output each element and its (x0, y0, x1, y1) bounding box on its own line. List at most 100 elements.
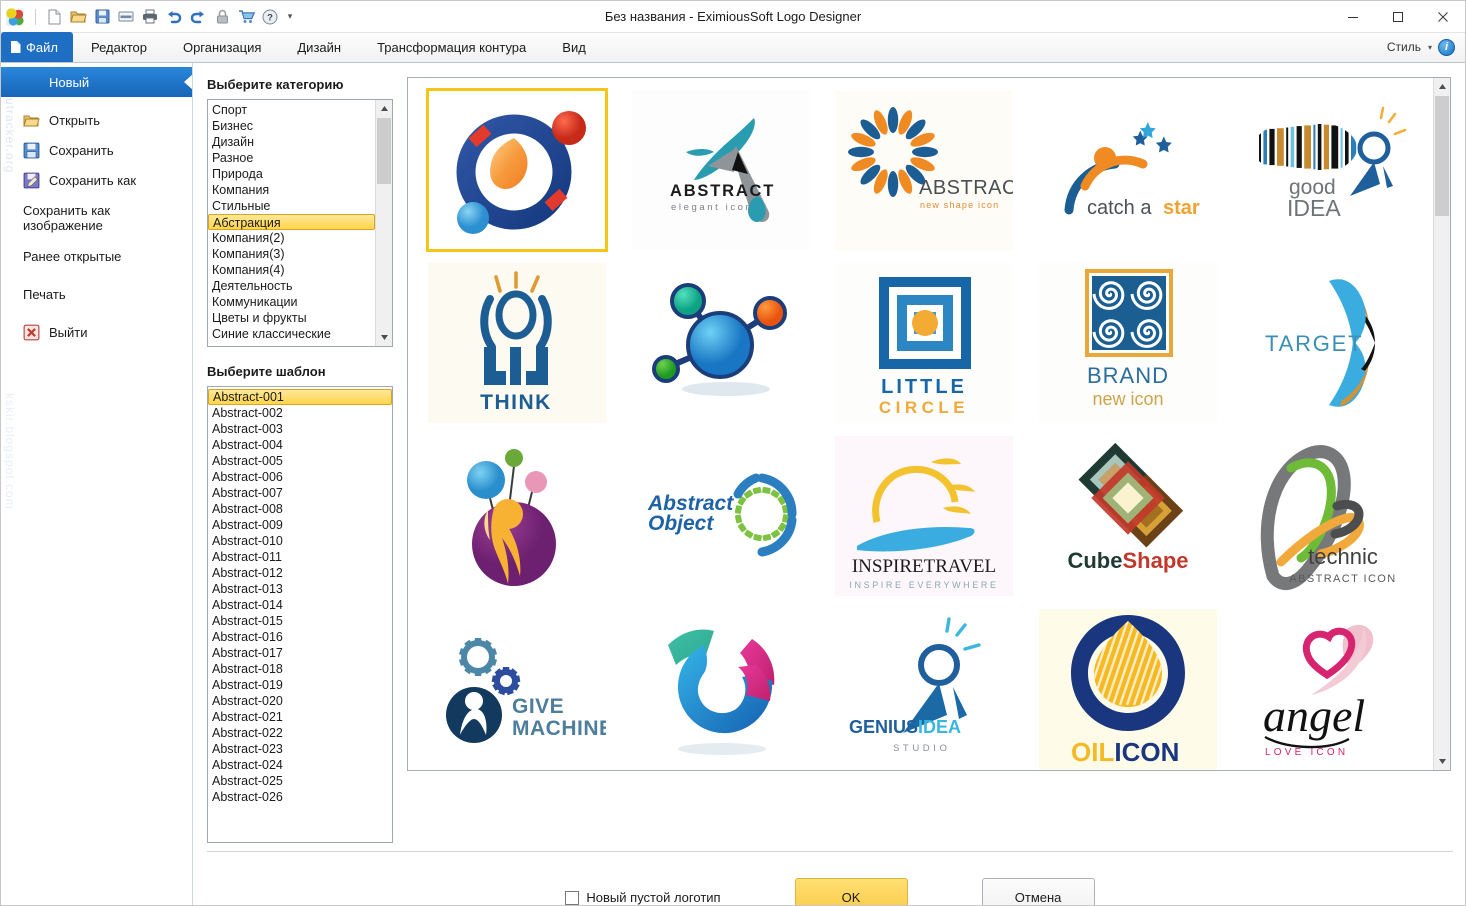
gallery-item[interactable]: OILICON (1027, 603, 1229, 770)
file-menu-item-exit[interactable]: Выйти (1, 317, 192, 347)
gallery-item[interactable]: BRAND new icon (1027, 257, 1229, 428)
chevron-down-icon[interactable]: ▾ (1428, 43, 1432, 52)
quick-access-more-caret[interactable]: ▾ (283, 11, 297, 22)
ok-button[interactable]: OK (794, 877, 908, 905)
file-menu-item-save[interactable]: Сохранить (1, 135, 192, 165)
category-item[interactable]: Цветы и фрукты (208, 310, 375, 326)
cancel-button[interactable]: Отмена (981, 877, 1095, 905)
category-item[interactable]: Синие классические (208, 326, 375, 342)
template-item[interactable]: Abstract-017 (208, 645, 392, 661)
maximize-button[interactable] (1375, 1, 1420, 33)
template-item[interactable]: Abstract-015 (208, 613, 392, 629)
lock-icon[interactable] (211, 6, 233, 28)
gallery-item[interactable] (620, 257, 822, 428)
category-scroll-thumb[interactable] (377, 118, 391, 184)
template-item[interactable]: Abstract-023 (208, 741, 392, 757)
category-item[interactable]: Дизайн (208, 134, 375, 150)
style-dropdown[interactable]: Стиль (1387, 40, 1421, 54)
tab-organization[interactable]: Организация (165, 32, 279, 62)
template-item[interactable]: Abstract-022 (208, 725, 392, 741)
category-item[interactable]: Компания (208, 182, 375, 198)
help-icon[interactable]: ? (259, 6, 281, 28)
template-item[interactable]: Abstract-020 (208, 693, 392, 709)
template-item[interactable]: Abstract-019 (208, 677, 392, 693)
gallery-item[interactable]: TARGET (1231, 257, 1433, 428)
redo-icon[interactable] (187, 6, 209, 28)
save-disk-icon[interactable] (91, 6, 113, 28)
gallery-scroll-down-icon[interactable] (1434, 753, 1450, 770)
template-item[interactable]: Abstract-005 (208, 453, 392, 469)
template-item[interactable]: Abstract-012 (208, 565, 392, 581)
minimize-button[interactable] (1330, 1, 1375, 33)
print-icon[interactable] (139, 6, 161, 28)
gallery-item[interactable]: good IDEA (1231, 84, 1433, 255)
category-item[interactable]: Компания(3) (208, 246, 375, 262)
template-item[interactable]: Abstract-013 (208, 581, 392, 597)
gallery-scroll-thumb[interactable] (1435, 96, 1449, 216)
file-menu-item-recent[interactable]: Ранее открытые (1, 241, 192, 271)
gallery-item[interactable]: technic ABSTRACT ICON (1231, 430, 1433, 601)
template-item[interactable]: Abstract-004 (208, 437, 392, 453)
template-item[interactable]: Abstract-014 (208, 597, 392, 613)
undo-icon[interactable] (163, 6, 185, 28)
gallery-scroll-up-icon[interactable] (1434, 78, 1450, 95)
tab-file[interactable]: Файл (1, 32, 73, 62)
template-item[interactable]: Abstract-024 (208, 757, 392, 773)
scroll-down-icon[interactable] (376, 329, 392, 346)
template-item[interactable]: Abstract-002 (208, 405, 392, 421)
template-item[interactable]: Abstract-021 (208, 709, 392, 725)
template-listbox[interactable]: Abstract-001 Abstract-002 Abstract-003 Abst… (207, 386, 393, 843)
tab-design[interactable]: Дизайн (279, 32, 359, 62)
gallery-item[interactable]: INSPIRETRAVEL INSPIRE EVERYWHERE (824, 430, 1026, 601)
template-item[interactable]: Abstract-018 (208, 661, 392, 677)
scroll-up-icon[interactable] (376, 100, 392, 117)
gallery-item[interactable]: THINK (416, 257, 618, 428)
gallery-item[interactable]: CubeShape (1027, 430, 1229, 601)
template-item[interactable]: Abstract-009 (208, 517, 392, 533)
close-button[interactable] (1420, 1, 1465, 33)
new-icon[interactable] (43, 6, 65, 28)
gallery-item[interactable]: catch a star (1027, 84, 1229, 255)
template-item[interactable]: Abstract-011 (208, 549, 392, 565)
gallery-item[interactable]: GENIUSIDEA STUDIO (824, 603, 1026, 770)
category-item[interactable]: Абстракция (208, 214, 375, 230)
gallery-item[interactable] (620, 603, 822, 770)
export-icon[interactable] (115, 6, 137, 28)
category-item[interactable]: Стильные (208, 198, 375, 214)
template-item[interactable]: Abstract-001 (208, 389, 392, 405)
file-menu-item-open[interactable]: Открыть (1, 105, 192, 135)
gallery-item[interactable]: ABSTRACT elegant icon (620, 84, 822, 255)
file-menu-item-save-as[interactable]: Сохранить как (1, 165, 192, 195)
category-item[interactable]: Деятельность (208, 278, 375, 294)
open-folder-icon[interactable] (67, 6, 89, 28)
category-item[interactable]: Разное (208, 150, 375, 166)
checkbox-box[interactable] (565, 890, 580, 905)
gallery-item[interactable]: angel LOVE ICON (1231, 603, 1433, 770)
new-empty-logo-checkbox[interactable]: Новый пустой логотип (565, 890, 721, 905)
template-item[interactable]: Abstract-010 (208, 533, 392, 549)
category-item[interactable]: Спорт (208, 102, 375, 118)
info-icon[interactable]: i (1438, 38, 1455, 56)
gallery-scrollbar[interactable] (1433, 78, 1450, 770)
template-item[interactable]: Abstract-016 (208, 629, 392, 645)
gallery-item[interactable]: Abstract Object (620, 430, 822, 601)
category-item[interactable]: Коммуникации (208, 294, 375, 310)
template-item[interactable]: Abstract-007 (208, 485, 392, 501)
file-menu-item-new[interactable]: Новый (1, 67, 192, 97)
template-item[interactable]: Abstract-025 (208, 773, 392, 789)
file-menu-item-print[interactable]: Печать (1, 279, 192, 309)
template-item[interactable]: Abstract-003 (208, 421, 392, 437)
category-item[interactable]: Компания(4) (208, 262, 375, 278)
file-menu-item-save-as-image[interactable]: Сохранить как изображение (1, 203, 192, 233)
gallery-item[interactable]: GIVE MACHINE (416, 603, 618, 770)
category-item[interactable]: Компания(2) (208, 230, 375, 246)
gallery-item[interactable] (416, 430, 618, 601)
category-item[interactable]: Природа (208, 166, 375, 182)
template-item[interactable]: Abstract-026 (208, 789, 392, 805)
tab-view[interactable]: Вид (544, 32, 604, 62)
cart-icon[interactable] (235, 6, 257, 28)
gallery-item[interactable]: ABSTRACT new shape icon (824, 84, 1026, 255)
template-item[interactable]: Abstract-008 (208, 501, 392, 517)
category-item[interactable]: Бизнес (208, 118, 375, 134)
tab-editor[interactable]: Редактор (73, 32, 165, 62)
